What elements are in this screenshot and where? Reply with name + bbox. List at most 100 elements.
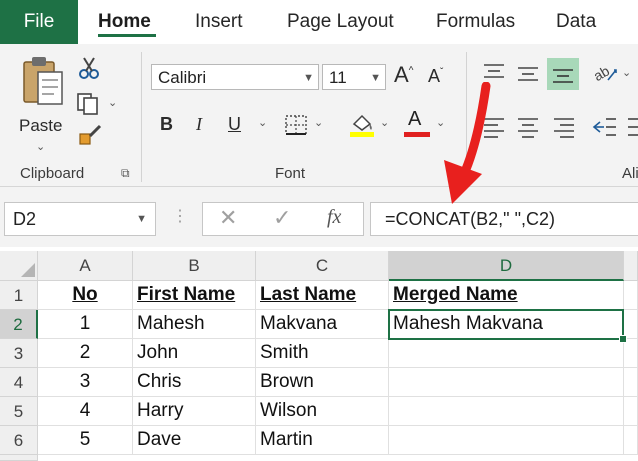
cell-b4[interactable]: Chris <box>133 368 256 397</box>
cell-c1[interactable]: Last Name <box>256 281 389 310</box>
cell-a4[interactable]: 3 <box>38 368 133 397</box>
paste-label: Paste <box>19 116 63 135</box>
tab-formulas[interactable]: Formulas <box>436 0 515 44</box>
increase-indent-icon[interactable] <box>624 116 638 138</box>
tab-data[interactable]: Data <box>556 0 596 44</box>
font-color-button[interactable]: A <box>404 108 430 138</box>
column-header-d[interactable]: D <box>389 251 624 281</box>
font-name-dropdown[interactable]: Calibri ▼ <box>151 64 319 90</box>
row-header-7[interactable] <box>0 455 38 461</box>
enter-icon[interactable]: ✓ <box>273 205 291 231</box>
red-arrow-annotation <box>444 82 491 204</box>
formula-bar-grip-icon[interactable]: ⋮ <box>172 206 188 226</box>
select-all-triangle-icon <box>20 263 35 277</box>
underline-button[interactable]: U <box>228 114 241 135</box>
column-header-a[interactable]: A <box>38 251 133 281</box>
row-header-2[interactable]: 2 <box>0 310 38 339</box>
orientation-chevron-icon[interactable]: ⌄ <box>622 66 631 79</box>
select-all-corner[interactable] <box>0 251 38 281</box>
cancel-icon[interactable]: ✕ <box>219 205 237 231</box>
paste-icon <box>23 57 63 105</box>
format-painter-icon[interactable] <box>78 124 102 146</box>
cell-c3[interactable]: Smith <box>256 339 389 368</box>
cell-d5[interactable] <box>389 397 624 426</box>
align-right-icon[interactable] <box>552 116 576 138</box>
middle-align-icon[interactable] <box>516 62 540 84</box>
cell-d6[interactable] <box>389 426 624 455</box>
orientation-icon[interactable]: ab <box>592 60 620 86</box>
row-header-3[interactable]: 3 <box>0 339 38 368</box>
column-header-b[interactable]: B <box>133 251 256 281</box>
cell-c6[interactable]: Martin <box>256 426 389 455</box>
row-header-1[interactable]: 1 <box>0 281 38 310</box>
paste-button[interactable]: Paste ⌄ <box>14 54 70 153</box>
cell-e3[interactable] <box>624 339 638 368</box>
name-box[interactable]: D2 ▼ <box>4 202 156 236</box>
tab-page-layout[interactable]: Page Layout <box>287 0 394 44</box>
copy-icon[interactable] <box>76 92 102 116</box>
cell-d1[interactable]: Merged Name <box>389 281 624 310</box>
bold-button[interactable]: B <box>160 114 173 135</box>
cell-e6[interactable] <box>624 426 638 455</box>
chevron-down-icon: ▼ <box>136 213 147 225</box>
chevron-down-icon: ▼ <box>303 72 314 84</box>
cell-b5[interactable]: Harry <box>133 397 256 426</box>
italic-button[interactable]: I <box>196 114 202 135</box>
column-header-c[interactable]: C <box>256 251 389 281</box>
insert-function-icon[interactable]: fx <box>327 206 341 229</box>
cell-a3[interactable]: 2 <box>38 339 133 368</box>
underline-chevron-icon[interactable]: ⌄ <box>258 116 267 129</box>
cell-b2[interactable]: Mahesh <box>133 310 256 339</box>
top-align-icon[interactable] <box>482 62 506 84</box>
bottom-align-icon <box>553 69 573 83</box>
active-cell-selection <box>388 309 624 340</box>
cell-e1[interactable] <box>624 281 638 310</box>
cell-b1[interactable]: First Name <box>133 281 256 310</box>
fill-color-icon[interactable] <box>348 110 376 138</box>
cell-e4[interactable] <box>624 368 638 397</box>
cell-a2[interactable]: 1 <box>38 310 133 339</box>
grow-font-button[interactable]: A^ <box>394 62 413 88</box>
tab-insert[interactable]: Insert <box>195 0 243 44</box>
fill-color-chevron-icon[interactable]: ⌄ <box>380 116 389 129</box>
dialog-launcher-icon[interactable]: ⧉ <box>121 166 130 181</box>
cell-c4[interactable]: Brown <box>256 368 389 397</box>
column-header-e[interactable] <box>624 251 638 281</box>
borders-icon[interactable] <box>284 114 308 136</box>
formula-input[interactable]: =CONCAT(B2," ",C2) <box>370 202 638 236</box>
cell-d3[interactable] <box>389 339 624 368</box>
font-color-glyph: A <box>408 108 422 130</box>
tab-home[interactable]: Home <box>98 0 151 44</box>
tab-file[interactable]: File <box>0 0 78 44</box>
borders-chevron-icon[interactable]: ⌄ <box>314 116 323 129</box>
cell-e5[interactable] <box>624 397 638 426</box>
font-name-value: Calibri <box>158 68 207 87</box>
worksheet-grid: A B C D 1 2 3 4 5 6 No First Name Last N… <box>0 251 638 461</box>
font-size-value: 11 <box>329 68 347 87</box>
menu-bar: File Home Insert Page Layout Formulas Da… <box>0 0 638 44</box>
cell-a6[interactable]: 5 <box>38 426 133 455</box>
cell-d4[interactable] <box>389 368 624 397</box>
row-header-4[interactable]: 4 <box>0 368 38 397</box>
cell-c2[interactable]: Makvana <box>256 310 389 339</box>
row-header-6[interactable]: 6 <box>0 426 38 455</box>
font-group-label: Font <box>275 165 306 182</box>
cell-c5[interactable]: Wilson <box>256 397 389 426</box>
row-header-5[interactable]: 5 <box>0 397 38 426</box>
chevron-down-icon: ⌄ <box>36 141 46 153</box>
cell-b6[interactable]: Dave <box>133 426 256 455</box>
copy-chevron-icon[interactable]: ⌄ <box>108 96 117 109</box>
font-size-dropdown[interactable]: 11 ▼ <box>322 64 386 90</box>
cell-a5[interactable]: 4 <box>38 397 133 426</box>
chevron-down-icon: ▼ <box>370 72 381 84</box>
decrease-indent-icon[interactable] <box>592 116 616 138</box>
bottom-align-button[interactable] <box>547 58 579 90</box>
align-center-icon[interactable] <box>516 116 540 138</box>
cell-a1[interactable]: No <box>38 281 133 310</box>
cut-scissors-icon[interactable] <box>78 56 100 80</box>
cell-b3[interactable]: John <box>133 339 256 368</box>
name-box-value: D2 <box>13 209 37 229</box>
svg-text:ab: ab <box>592 62 612 84</box>
fill-handle[interactable] <box>619 335 627 343</box>
font-color-swatch <box>404 132 430 137</box>
